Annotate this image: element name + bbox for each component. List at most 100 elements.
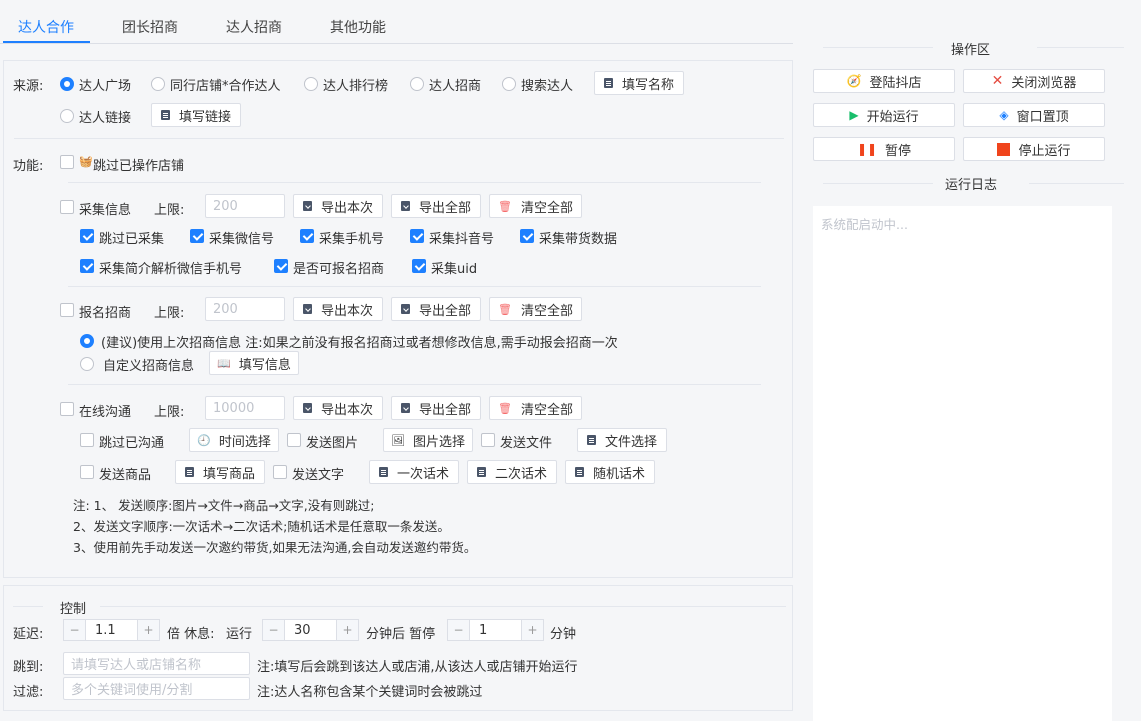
fill-name-button[interactable]: 填写名称 <box>594 71 684 95</box>
pause-minutes-value: 1 <box>479 622 488 638</box>
plus-icon[interactable]: + <box>336 620 358 640</box>
skip-shop-checkbox[interactable] <box>60 155 74 169</box>
minus-icon[interactable]: − <box>448 620 470 640</box>
send-image-checkbox[interactable] <box>287 433 301 447</box>
tab-talent-recruit[interactable]: 达人招商 <box>226 17 282 37</box>
tab-talent-coop[interactable]: 达人合作 <box>18 17 74 37</box>
tab-other-functions[interactable]: 其他功能 <box>330 17 386 37</box>
document-icon <box>184 467 194 477</box>
opt-collect-phone-checkbox[interactable] <box>300 229 314 243</box>
divider <box>14 138 784 139</box>
tab-leader-recruit[interactable]: 团长招商 <box>122 17 178 37</box>
minus-icon[interactable]: − <box>64 620 86 640</box>
chat-checkbox[interactable] <box>60 402 74 416</box>
random-script-button[interactable]: 随机话术 <box>565 460 655 484</box>
delay-stepper[interactable]: − 1.1 + <box>63 619 160 641</box>
opt-skip-collected-checkbox[interactable] <box>80 229 94 243</box>
collect-info-checkbox[interactable] <box>60 200 74 214</box>
opt-collect-sales-label: 采集带货数据 <box>539 232 618 247</box>
pause-minutes-stepper[interactable]: − 1 + <box>447 619 544 641</box>
signup-clear-all-button[interactable]: 🗑 清空全部 <box>489 297 582 321</box>
signup-export-once-button[interactable]: 导出本次 <box>293 297 383 321</box>
opt-collect-wechat-label: 采集微信号 <box>209 232 275 247</box>
radio-custom-signup[interactable] <box>80 357 94 371</box>
jump-input[interactable]: 请填写达人或店铺名称 <box>63 652 250 675</box>
filter-note: 注:达人名称包含某个关键词时会被跳过 <box>257 685 483 700</box>
chat-export-once-button[interactable]: 导出本次 <box>293 396 383 420</box>
radio-talent-square[interactable] <box>60 77 74 91</box>
collect-export-all-button[interactable]: 导出全部 <box>391 194 481 218</box>
collect-limit-input[interactable]: 200 <box>205 194 285 218</box>
opt-collect-wechat-checkbox[interactable] <box>190 229 204 243</box>
run-label: 运行 <box>226 627 253 642</box>
radio-peer-shop[interactable] <box>151 77 165 91</box>
skip-shop-label: 跳过已操作店铺 <box>93 159 185 174</box>
divider <box>1037 47 1124 48</box>
login-button[interactable]: 🧭 登陆抖店 <box>813 69 955 93</box>
download-icon <box>302 304 312 314</box>
send-goods-checkbox[interactable] <box>80 465 94 479</box>
opt-collect-douyin-checkbox[interactable] <box>410 229 424 243</box>
filter-input[interactable]: 多个关键词使用/分割 <box>63 677 250 700</box>
signup-export-all-button[interactable]: 导出全部 <box>391 297 481 321</box>
stop-button[interactable]: 停止运行 <box>963 137 1105 161</box>
plus-icon[interactable]: + <box>521 620 543 640</box>
radio-use-last-signup[interactable] <box>80 334 94 348</box>
chat-limit-input[interactable]: 10000 <box>205 396 285 420</box>
chat-export-all-button[interactable]: 导出全部 <box>391 396 481 420</box>
chat-clear-all-label: 清空全部 <box>520 402 573 418</box>
chat-note-1: 注: 1、 发送顺序:图片→文件→商品→文字,没有则跳过; <box>73 498 375 513</box>
radio-talent-ranking[interactable] <box>304 77 318 91</box>
opt-can-signup-checkbox[interactable] <box>274 259 288 273</box>
pause-button[interactable]: ❚❚ 暂停 <box>813 137 955 161</box>
signup-export-all-label: 导出全部 <box>418 303 471 319</box>
document-icon <box>574 467 584 477</box>
close-browser-button[interactable]: ✕ 关闭浏览器 <box>963 69 1105 93</box>
radio-talent-recruit[interactable] <box>410 77 424 91</box>
skip-chatted-checkbox[interactable] <box>80 433 94 447</box>
radio-talent-ranking-label: 达人排行榜 <box>323 79 389 94</box>
opt-parse-bio-checkbox[interactable] <box>80 259 94 273</box>
download-icon <box>400 403 410 413</box>
opt-collect-phone-label: 采集手机号 <box>319 232 385 247</box>
collect-clear-all-button[interactable]: 🗑 清空全部 <box>489 194 582 218</box>
divider <box>100 606 786 607</box>
pin-window-button[interactable]: ◈ 窗口置顶 <box>963 103 1105 127</box>
send-text-checkbox[interactable] <box>273 465 287 479</box>
script2-button[interactable]: 二次话术 <box>467 460 557 484</box>
radio-talent-recruit-label: 达人招商 <box>429 79 482 94</box>
collect-export-once-button[interactable]: 导出本次 <box>293 194 383 218</box>
opt-collect-uid-checkbox[interactable] <box>412 259 426 273</box>
signup-limit-input[interactable]: 200 <box>205 297 285 321</box>
layers-icon: ◈ <box>999 108 1009 122</box>
file-select-button[interactable]: 文件选择 <box>577 428 667 452</box>
file-select-label: 文件选择 <box>604 434 657 450</box>
chat-clear-all-button[interactable]: 🗑 清空全部 <box>489 396 582 420</box>
plus-icon[interactable]: + <box>137 620 159 640</box>
fill-link-button[interactable]: 填写链接 <box>151 103 241 127</box>
signup-checkbox[interactable] <box>60 303 74 317</box>
radio-search-talent[interactable] <box>502 77 516 91</box>
radio-talent-link[interactable] <box>60 109 74 123</box>
trash-icon: 🗑 <box>498 199 512 213</box>
login-label: 登陆抖店 <box>869 75 922 91</box>
radio-search-talent-label: 搜索达人 <box>521 79 574 94</box>
radio-use-last-signup-label: (建议)使用上次招商信息 注:如果之前没有报名招商过或者想修改信息,需手动报会招… <box>101 336 618 351</box>
divider <box>13 606 43 607</box>
divider <box>68 286 761 287</box>
run-minutes-stepper[interactable]: − 30 + <box>262 619 359 641</box>
start-label: 开始运行 <box>866 109 919 125</box>
fill-info-button[interactable]: 📖 填写信息 <box>209 351 299 375</box>
opt-collect-sales-checkbox[interactable] <box>520 229 534 243</box>
collect-info-label: 采集信息 <box>79 203 132 218</box>
fill-goods-button[interactable]: 填写商品 <box>175 460 265 484</box>
send-file-checkbox[interactable] <box>481 433 495 447</box>
chat-note-3: 3、使用前先手动发送一次邀约带货,如果无法沟通,会自动发送邀约带货。 <box>73 540 477 555</box>
start-button[interactable]: ▶ 开始运行 <box>813 103 955 127</box>
image-select-button[interactable]: 🖼 图片选择 <box>383 428 473 452</box>
time-select-button[interactable]: 🕘 时间选择 <box>189 428 279 452</box>
script1-button[interactable]: 一次话术 <box>369 460 459 484</box>
minus-icon[interactable]: − <box>263 620 285 640</box>
script2-label: 二次话术 <box>494 466 547 482</box>
log-area[interactable]: 系统配启动中... <box>813 206 1112 721</box>
